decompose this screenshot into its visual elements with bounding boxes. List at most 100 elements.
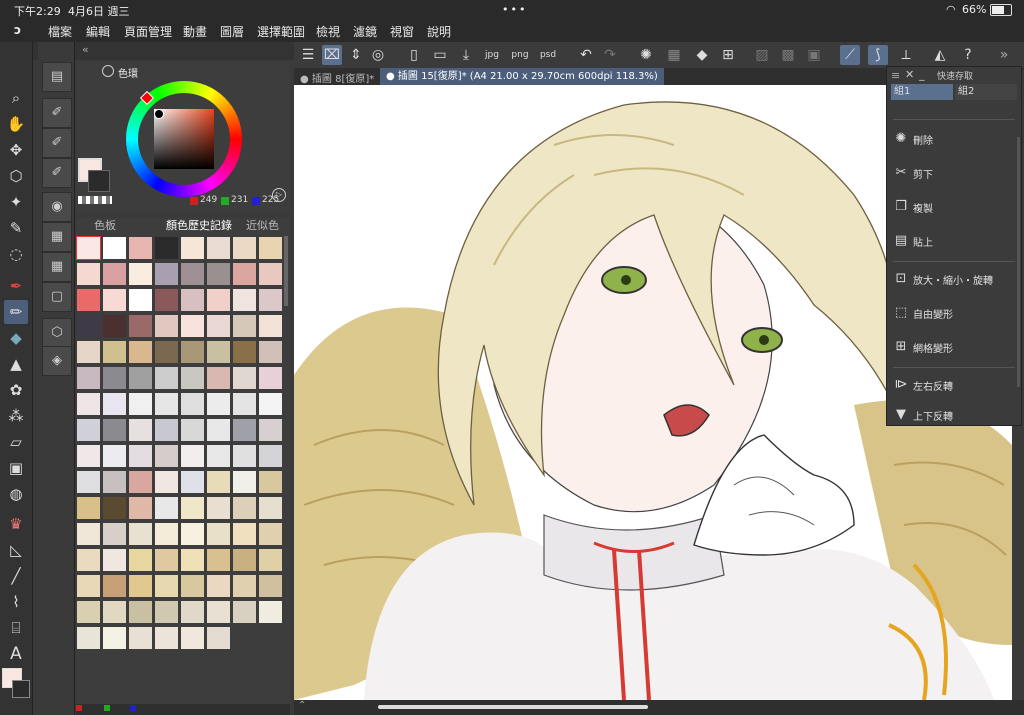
panel-menu-icon[interactable]: ≡ bbox=[891, 69, 900, 82]
color-swatch[interactable] bbox=[154, 418, 179, 442]
color-swatch[interactable] bbox=[258, 288, 283, 312]
color-swatch[interactable] bbox=[76, 522, 101, 546]
hue-handle[interactable] bbox=[139, 90, 155, 106]
color-swatch[interactable] bbox=[154, 366, 179, 390]
menu-filter[interactable]: 濾鏡 bbox=[353, 23, 377, 40]
color-swatch[interactable] bbox=[154, 600, 179, 624]
new-file-icon[interactable]: ▯ bbox=[404, 45, 424, 65]
color-swatch[interactable] bbox=[180, 444, 205, 468]
color-swatch[interactable] bbox=[128, 626, 153, 650]
color-swatch[interactable] bbox=[232, 392, 257, 416]
color-swatch[interactable] bbox=[258, 236, 283, 260]
color-swatch[interactable] bbox=[102, 288, 127, 312]
color-swatch[interactable] bbox=[154, 470, 179, 494]
color-swatch[interactable] bbox=[206, 262, 231, 286]
sub-color-chip[interactable] bbox=[12, 680, 30, 698]
eyedropper-icon[interactable]: ✎ bbox=[4, 216, 28, 240]
menu-animation[interactable]: 動畫 bbox=[183, 23, 207, 40]
color-swatch[interactable] bbox=[102, 444, 127, 468]
line-tool-icon[interactable]: ╱ bbox=[4, 564, 28, 588]
color-swatch[interactable] bbox=[232, 496, 257, 520]
fill-tool-icon[interactable]: ◍ bbox=[4, 482, 28, 506]
color-swatch[interactable] bbox=[258, 340, 283, 364]
color-swatch[interactable] bbox=[232, 470, 257, 494]
color-swatch[interactable] bbox=[102, 522, 127, 546]
magic-wand-icon[interactable]: ✦ bbox=[4, 190, 28, 214]
color-swatch[interactable] bbox=[180, 548, 205, 572]
color-swatch[interactable] bbox=[76, 626, 101, 650]
color-swatch[interactable] bbox=[102, 548, 127, 572]
menu-page-management[interactable]: 頁面管理 bbox=[124, 23, 172, 40]
canvas-edit-icon[interactable]: ⌧ bbox=[322, 45, 342, 65]
menu-help[interactable]: 說明 bbox=[427, 23, 451, 40]
color-swatch[interactable] bbox=[258, 418, 283, 442]
color-swatch[interactable] bbox=[102, 236, 127, 260]
figure-tool-icon[interactable]: ◺ bbox=[4, 538, 28, 562]
open-file-icon[interactable]: ▭ bbox=[430, 45, 450, 65]
color-swatch[interactable] bbox=[76, 600, 101, 624]
pencil-tool-icon[interactable]: ✏ bbox=[4, 300, 28, 324]
color-swatch[interactable] bbox=[232, 314, 257, 338]
color-swatch[interactable] bbox=[76, 340, 101, 364]
quick-item-flip-horizontal[interactable]: ⧐ 左右反轉 bbox=[887, 371, 1021, 401]
layer-subtool-icon[interactable]: ▦ bbox=[42, 252, 72, 282]
color-swatch[interactable] bbox=[258, 600, 283, 624]
collapse-right-icon[interactable]: » bbox=[994, 45, 1014, 65]
subtool-palette-icon[interactable]: ▤ bbox=[42, 62, 72, 92]
quick-item-cut[interactable]: ✂ 剪下 bbox=[887, 159, 1021, 189]
color-swatch[interactable] bbox=[232, 522, 257, 546]
color-swatch[interactable] bbox=[154, 522, 179, 546]
color-swatch[interactable] bbox=[128, 288, 153, 312]
color-swatch[interactable] bbox=[232, 574, 257, 598]
color-swatch[interactable] bbox=[180, 366, 205, 390]
color-swatch[interactable] bbox=[154, 288, 179, 312]
color-swatch[interactable] bbox=[102, 340, 127, 364]
color-swatch[interactable] bbox=[128, 418, 153, 442]
color-swatch[interactable] bbox=[232, 548, 257, 572]
menu-layer[interactable]: 圖層 bbox=[220, 23, 244, 40]
decoration-tool-icon[interactable]: ✿ bbox=[4, 378, 28, 402]
object-tool-icon[interactable]: ⬡ bbox=[4, 164, 28, 188]
color-swatch[interactable] bbox=[258, 574, 283, 598]
expand-up-icon[interactable]: ⌃ bbox=[298, 700, 306, 711]
color-swatch[interactable] bbox=[206, 496, 231, 520]
tab-approximate-color[interactable]: 近似色 bbox=[246, 218, 279, 234]
deselect-icon[interactable]: ▨ bbox=[752, 45, 772, 65]
tab-color-history[interactable]: 顏色歷史記錄 bbox=[166, 218, 232, 234]
clear-icon[interactable]: ✺ bbox=[636, 45, 656, 65]
sub-color-swatch[interactable] bbox=[88, 170, 110, 192]
pen-tool-icon[interactable]: ✒ bbox=[4, 274, 28, 298]
color-swatch[interactable] bbox=[128, 340, 153, 364]
color-swatch[interactable] bbox=[102, 262, 127, 286]
color-swatch[interactable] bbox=[102, 496, 127, 520]
color-swatch[interactable] bbox=[206, 236, 231, 260]
color-swatch[interactable] bbox=[128, 496, 153, 520]
color-swatch[interactable] bbox=[154, 626, 179, 650]
color-swatch[interactable] bbox=[206, 392, 231, 416]
fill-icon[interactable]: ◆ bbox=[692, 45, 712, 65]
color-swatch[interactable] bbox=[180, 496, 205, 520]
color-swatch[interactable] bbox=[128, 600, 153, 624]
tab-color-set[interactable]: 色板 bbox=[94, 218, 116, 234]
pen-options-icon[interactable]: ✐ bbox=[42, 158, 72, 188]
color-swatch[interactable] bbox=[102, 574, 127, 598]
color-swatch[interactable] bbox=[128, 262, 153, 286]
color-swatch[interactable] bbox=[180, 262, 205, 286]
quick-access-scrollbar[interactable] bbox=[1017, 137, 1020, 387]
quick-item-scale-rotate[interactable]: ⊡ 放大・縮小・旋轉 bbox=[887, 265, 1021, 295]
spray-tool-icon[interactable]: ⁂ bbox=[4, 404, 28, 428]
color-swatch[interactable] bbox=[180, 418, 205, 442]
color-swatch[interactable] bbox=[258, 470, 283, 494]
color-swatch[interactable] bbox=[206, 522, 231, 546]
lasso-mode-icon[interactable]: ◎ bbox=[368, 45, 388, 65]
color-swatch[interactable] bbox=[128, 574, 153, 598]
color-swatch[interactable] bbox=[180, 600, 205, 624]
transparent-color-swatch[interactable] bbox=[78, 196, 112, 204]
color-swatch[interactable] bbox=[180, 314, 205, 338]
eraser-tool-icon[interactable]: ▱ bbox=[4, 430, 28, 454]
snap-special-ruler-icon[interactable]: ⟂ bbox=[896, 45, 916, 65]
color-swatch[interactable] bbox=[206, 470, 231, 494]
color-swatch[interactable] bbox=[128, 522, 153, 546]
color-swatch[interactable] bbox=[102, 314, 127, 338]
color-swatch[interactable] bbox=[128, 444, 153, 468]
